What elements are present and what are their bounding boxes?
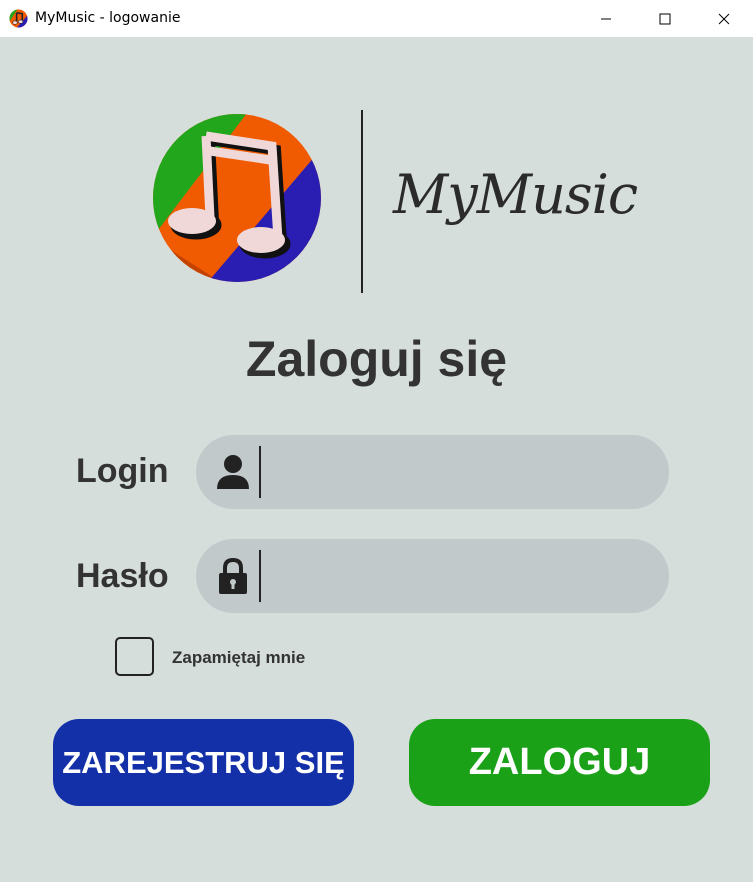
password-field[interactable] (196, 539, 669, 615)
close-button[interactable] (695, 0, 753, 37)
title-bar: MyMusic - logowanie (0, 0, 753, 37)
minimize-button[interactable] (577, 0, 635, 37)
close-icon (718, 13, 730, 24)
password-label: Hasło (76, 557, 169, 595)
login-input[interactable] (266, 435, 650, 511)
text-caret (259, 550, 261, 602)
login-label: Login (76, 452, 169, 490)
window-title: MyMusic - logowanie (35, 10, 181, 26)
lock-icon (219, 557, 247, 594)
remember-label[interactable]: Zapamiętaj mnie (172, 648, 305, 668)
user-icon (217, 455, 249, 489)
remember-checkbox[interactable] (115, 637, 154, 676)
login-field[interactable] (196, 435, 669, 511)
minimize-icon (601, 18, 611, 19)
register-button[interactable]: ZAREJESTRUJ SIĘ (53, 719, 354, 806)
music-note-icon (153, 114, 321, 282)
text-caret (259, 446, 261, 498)
app-icon (9, 9, 28, 28)
login-button[interactable]: ZALOGUJ (409, 719, 710, 806)
maximize-icon (659, 13, 671, 24)
page-title: Zaloguj się (245, 331, 508, 387)
maximize-button[interactable] (636, 0, 694, 37)
logo-divider (361, 110, 363, 293)
brand-name: MyMusic (393, 163, 638, 226)
password-input[interactable] (266, 539, 650, 615)
